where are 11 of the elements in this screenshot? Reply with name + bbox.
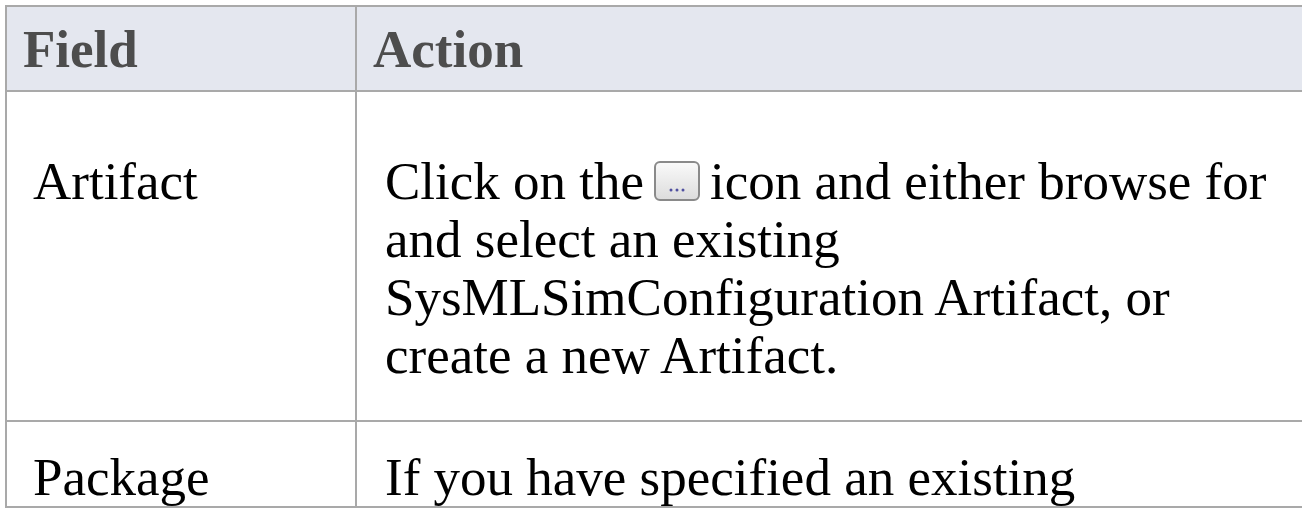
field-name: Package xyxy=(33,448,210,506)
action-text: If you have specified an existing xyxy=(385,448,1076,506)
action-text: SysMLSimConfiguration Artifact, or xyxy=(385,268,1170,326)
action-text: icon and either browse for xyxy=(710,152,1267,210)
column-header: Action xyxy=(356,6,1302,91)
action-text: create a new Artifact. xyxy=(385,326,839,384)
column-header: Field xyxy=(6,6,356,91)
action-text: Click on the xyxy=(385,152,645,210)
field-name: Artifact xyxy=(33,152,198,210)
browse-button-icon xyxy=(654,161,701,201)
action-text: and select an existing xyxy=(385,210,840,268)
